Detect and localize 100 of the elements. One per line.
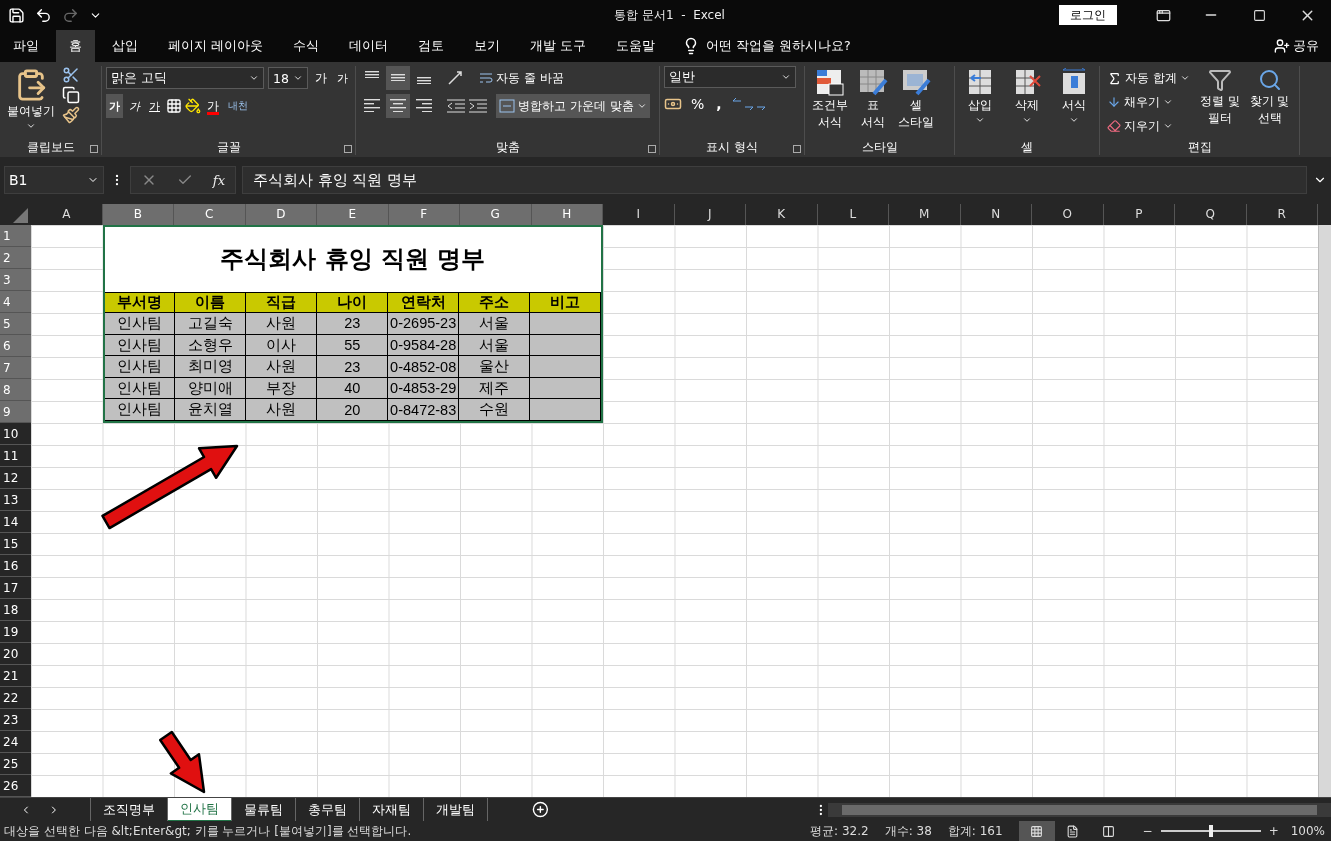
sort-filter-button[interactable]: 정렬 및 필터	[1196, 66, 1243, 139]
column-header[interactable]: C	[174, 204, 246, 225]
find-select-button[interactable]: 찾기 및 선택	[1246, 66, 1293, 139]
font-color-button[interactable]: 가	[204, 94, 222, 118]
insert-function-button[interactable]: fx	[212, 172, 225, 188]
merge-center-button[interactable]: 병합하고 가운데 맞춤	[496, 94, 650, 118]
table-header: 연락처	[388, 291, 460, 314]
ribbon-tab[interactable]: 수식	[280, 30, 332, 62]
column-header[interactable]: F	[388, 204, 460, 225]
sigma-icon	[1107, 70, 1122, 86]
table-cell	[530, 313, 601, 335]
font-name-dropdown[interactable]: 맑은 고딕	[106, 67, 264, 89]
borders-icon[interactable]	[166, 98, 182, 114]
fill-color-icon[interactable]	[185, 98, 201, 114]
ribbon-tab[interactable]: 데이터	[336, 30, 401, 62]
row-header[interactable]: 6	[0, 335, 31, 357]
column-header[interactable]: E	[317, 204, 389, 225]
italic-button[interactable]: 가	[126, 94, 143, 118]
sheet-tab[interactable]: 인사팀	[167, 797, 232, 822]
autosum-button[interactable]: 자동 합계	[1104, 66, 1193, 90]
cells-button[interactable]: 서식	[1055, 66, 1092, 139]
row-header[interactable]: 7	[0, 357, 31, 379]
column-header[interactable]: H	[531, 204, 603, 225]
row-header[interactable]: 8	[0, 379, 31, 401]
underline-button[interactable]: 가	[146, 94, 163, 118]
caret-icon	[781, 72, 791, 82]
status-message: 대상을 선택한 다음 &lt;Enter&gt; 키를 누르거나 [붙여넣기]를 선택합니다.	[4, 822, 412, 840]
increase-font-button[interactable]: 가	[312, 66, 330, 90]
row-header[interactable]: 5	[0, 313, 31, 335]
column-header[interactable]: G	[460, 204, 532, 225]
formula-field[interactable]: 주식회사 휴잉 직원 명부	[242, 166, 1307, 194]
group-label: 편집	[1187, 139, 1212, 155]
number-format-dropdown[interactable]: 일반	[664, 66, 796, 88]
vertical-scrollbar[interactable]	[1318, 225, 1331, 797]
row-header[interactable]: 1	[0, 225, 31, 247]
person-plus-icon	[1274, 38, 1290, 54]
wrap-text-button[interactable]: 자동 줄 바꿈	[476, 66, 567, 90]
decrease-font-button[interactable]: 가	[334, 66, 351, 90]
font-size-dropdown[interactable]: 18	[268, 67, 308, 89]
share-button[interactable]: 공유	[1268, 30, 1331, 62]
comma-button[interactable]: ,	[713, 92, 725, 116]
style-button[interactable]: 조건부 서식	[809, 66, 851, 139]
row-header[interactable]: 9	[0, 401, 31, 423]
scrollbar-thumb[interactable]	[842, 804, 1317, 815]
paste-button[interactable]: 붙여넣기	[4, 66, 58, 139]
redo-icon[interactable]	[62, 6, 79, 24]
slider-thumb[interactable]	[1208, 825, 1213, 837]
bold-button[interactable]: 가	[106, 94, 123, 118]
ribbon-tab[interactable]: 삽입	[99, 30, 151, 62]
copy-icon[interactable]	[62, 86, 80, 104]
horizontal-scrollbar[interactable]	[828, 802, 1331, 817]
table-cell: 인사팀	[104, 356, 176, 378]
ribbon-tab[interactable]: 홈	[56, 30, 95, 62]
ribbon-display-icon[interactable]	[1155, 7, 1171, 23]
ribbon-tab[interactable]: 파일	[0, 30, 52, 62]
page-break-icon	[1102, 824, 1116, 838]
ribbon-tab[interactable]: 검토	[405, 30, 457, 62]
row-header[interactable]: 4	[0, 291, 31, 313]
name-box[interactable]: B1	[4, 166, 104, 194]
undo-icon[interactable]	[35, 6, 52, 24]
table-header: 이름	[175, 291, 247, 314]
new-sheet-icon[interactable]	[531, 801, 549, 818]
table-cell: 인사팀	[104, 313, 176, 335]
style-button[interactable]: 표 서식	[855, 66, 891, 139]
column-header[interactable]: D	[245, 204, 317, 225]
ribbon-tab[interactable]: 도움말	[602, 30, 668, 62]
align-center-button[interactable]	[386, 94, 410, 118]
ribbon-tab[interactable]: 페이지 레이아웃	[155, 30, 276, 62]
zoom-in-button[interactable]: +	[1266, 824, 1281, 838]
column-header[interactable]: B	[102, 204, 174, 225]
percent-button[interactable]: %	[688, 92, 708, 116]
row-header[interactable]: 2	[0, 247, 31, 269]
row-header[interactable]: 3	[0, 269, 31, 291]
lines-icon	[389, 74, 407, 82]
login-button[interactable]: 로그인	[1059, 5, 1117, 25]
wrap-text-icon	[479, 71, 493, 85]
dialog-launcher-icon[interactable]	[648, 145, 656, 153]
middle-align-button[interactable]	[386, 66, 410, 90]
group-label: 표시 형식	[706, 139, 758, 155]
tell-me-field[interactable]: 어떤 작업을 원하시나요?	[705, 37, 851, 55]
cut-icon[interactable]	[62, 66, 80, 84]
cells-button[interactable]: 삭제	[1009, 66, 1045, 139]
fill-button[interactable]: 채우기	[1104, 90, 1193, 114]
dialog-launcher-icon[interactable]	[344, 145, 352, 153]
clear-button[interactable]: 지우기	[1104, 114, 1193, 138]
normal-view-button[interactable]	[1018, 821, 1055, 841]
phonetic-button[interactable]: 내천	[225, 94, 251, 118]
dialog-launcher-icon[interactable]	[793, 145, 801, 153]
dialog-launcher-icon[interactable]	[90, 145, 98, 153]
save-icon[interactable]	[8, 6, 25, 24]
cells-button[interactable]: 삽입	[962, 66, 999, 139]
zoom-out-button[interactable]: −	[1140, 824, 1155, 838]
ribbon-tab[interactable]: 보기	[461, 30, 513, 62]
cell-style-icon	[901, 68, 931, 96]
ribbon-tab[interactable]: 개발 도구	[517, 30, 599, 62]
decrease-indent-icon[interactable]	[446, 98, 466, 114]
maximize-icon[interactable]	[1252, 8, 1266, 22]
increase-indent-icon[interactable]	[468, 98, 488, 114]
format-painter-icon[interactable]	[62, 106, 80, 124]
style-button[interactable]: 셀 스타일	[895, 66, 937, 139]
